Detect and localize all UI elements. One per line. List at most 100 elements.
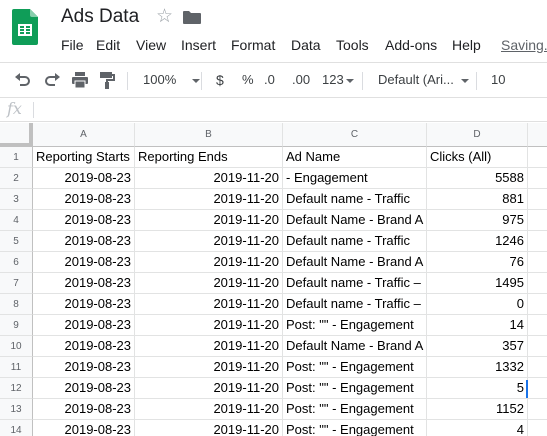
- cell-a[interactable]: 2019-08-23: [33, 315, 135, 336]
- cell-b[interactable]: 2019-11-20: [135, 168, 283, 189]
- row-header[interactable]: 2: [0, 168, 33, 189]
- menu-view[interactable]: View: [136, 36, 166, 54]
- column-header-d[interactable]: D: [427, 123, 528, 147]
- cell-a[interactable]: 2019-08-23: [33, 210, 135, 231]
- header-cell-d[interactable]: Clicks (All): [427, 147, 528, 168]
- cell-b[interactable]: 2019-11-20: [135, 378, 283, 399]
- cell-b[interactable]: 2019-11-20: [135, 294, 283, 315]
- cell-d[interactable]: 975: [427, 210, 528, 231]
- cell-b[interactable]: 2019-11-20: [135, 252, 283, 273]
- cell-b[interactable]: 2019-11-20: [135, 189, 283, 210]
- row-header[interactable]: 1: [0, 147, 33, 168]
- select-all-corner[interactable]: [0, 123, 33, 147]
- cell-b[interactable]: 2019-11-20: [135, 336, 283, 357]
- cell-b[interactable]: 2019-11-20: [135, 315, 283, 336]
- cell-c[interactable]: Post: "" - Engagement: [283, 315, 427, 336]
- row-header[interactable]: 9: [0, 315, 33, 336]
- cell-b[interactable]: 2019-11-20: [135, 231, 283, 252]
- cell-d[interactable]: 357: [427, 336, 528, 357]
- row-header[interactable]: 11: [0, 357, 33, 378]
- save-status[interactable]: Saving...: [501, 36, 547, 54]
- header-cell-c[interactable]: Ad Name: [283, 147, 427, 168]
- cell-e[interactable]: [528, 210, 547, 231]
- row-header[interactable]: 14: [0, 420, 33, 436]
- menu-edit[interactable]: Edit: [96, 36, 120, 54]
- menu-format[interactable]: Format: [231, 36, 275, 54]
- column-header-e[interactable]: [528, 123, 547, 147]
- cell-b[interactable]: 2019-11-20: [135, 357, 283, 378]
- header-cell-a[interactable]: Reporting Starts: [33, 147, 135, 168]
- cell-c[interactable]: Default Name - Brand A: [283, 252, 427, 273]
- cell-c[interactable]: Post: "" - Engagement: [283, 378, 427, 399]
- cell-d[interactable]: 881: [427, 189, 528, 210]
- row-header[interactable]: 4: [0, 210, 33, 231]
- cell-a[interactable]: 2019-08-23: [33, 420, 135, 436]
- menu-addons[interactable]: Add-ons: [385, 36, 437, 54]
- cell-d[interactable]: 1332: [427, 357, 528, 378]
- cell-e[interactable]: [528, 273, 547, 294]
- menu-tools[interactable]: Tools: [336, 36, 369, 54]
- font-family-select[interactable]: Default (Ari...: [378, 63, 469, 97]
- cell-c[interactable]: Default name - Traffic: [283, 189, 427, 210]
- cell-e[interactable]: [528, 168, 547, 189]
- cell-d[interactable]: 1152: [427, 399, 528, 420]
- decrease-decimal-button[interactable]: .0: [264, 63, 275, 97]
- cell-d[interactable]: 76: [427, 252, 528, 273]
- cell-e[interactable]: [528, 336, 547, 357]
- cell-b[interactable]: 2019-11-20: [135, 210, 283, 231]
- formula-input[interactable]: [40, 98, 540, 121]
- cell-e[interactable]: [528, 378, 547, 399]
- cell-e[interactable]: [528, 189, 547, 210]
- menu-data[interactable]: Data: [291, 36, 321, 54]
- cell-e[interactable]: [528, 147, 547, 168]
- cell-d[interactable]: 14: [427, 315, 528, 336]
- cell-c[interactable]: Default Name - Brand A: [283, 210, 427, 231]
- cell-c[interactable]: Default name - Traffic: [283, 231, 427, 252]
- cell-e[interactable]: [528, 399, 547, 420]
- cell-e[interactable]: [528, 231, 547, 252]
- cell-e[interactable]: [528, 420, 547, 436]
- cell-a[interactable]: 2019-08-23: [33, 189, 135, 210]
- more-formats-button[interactable]: 123: [322, 63, 354, 97]
- cell-a[interactable]: 2019-08-23: [33, 294, 135, 315]
- cell-a[interactable]: 2019-08-23: [33, 336, 135, 357]
- column-header-a[interactable]: A: [33, 123, 135, 147]
- row-header[interactable]: 8: [0, 294, 33, 315]
- header-cell-b[interactable]: Reporting Ends: [135, 147, 283, 168]
- menu-file[interactable]: File: [61, 36, 84, 54]
- cell-c[interactable]: Post: "" - Engagement: [283, 357, 427, 378]
- cell-a[interactable]: 2019-08-23: [33, 273, 135, 294]
- menu-help[interactable]: Help: [452, 36, 481, 54]
- cell-b[interactable]: 2019-11-20: [135, 273, 283, 294]
- cell-c[interactable]: Default name - Traffic –: [283, 273, 427, 294]
- row-header[interactable]: 7: [0, 273, 33, 294]
- cell-d[interactable]: 1246: [427, 231, 528, 252]
- cell-d[interactable]: 5588: [427, 168, 528, 189]
- row-header[interactable]: 5: [0, 231, 33, 252]
- zoom-select[interactable]: 100%: [143, 63, 201, 97]
- cell-c[interactable]: Default name - Traffic –: [283, 294, 427, 315]
- cell-a[interactable]: 2019-08-23: [33, 168, 135, 189]
- cell-c[interactable]: Post: "" - Engagement: [283, 420, 427, 436]
- document-title[interactable]: Ads Data: [61, 5, 139, 29]
- cell-c[interactable]: Post: "" - Engagement: [283, 399, 427, 420]
- increase-decimal-button[interactable]: .00: [292, 63, 310, 97]
- cell-a[interactable]: 2019-08-23: [33, 378, 135, 399]
- cell-a[interactable]: 2019-08-23: [33, 357, 135, 378]
- cell-c[interactable]: - Engagement: [283, 168, 427, 189]
- cell-e[interactable]: [528, 252, 547, 273]
- row-header[interactable]: 12: [0, 378, 33, 399]
- cell-c[interactable]: Default Name - Brand A: [283, 336, 427, 357]
- cell-a[interactable]: 2019-08-23: [33, 399, 135, 420]
- cell-d[interactable]: 4: [427, 420, 528, 436]
- row-header[interactable]: 6: [0, 252, 33, 273]
- cell-d[interactable]: 0: [427, 294, 528, 315]
- column-header-b[interactable]: B: [135, 123, 283, 147]
- cell-a[interactable]: 2019-08-23: [33, 231, 135, 252]
- row-header[interactable]: 3: [0, 189, 33, 210]
- cell-e[interactable]: [528, 357, 547, 378]
- cell-e[interactable]: [528, 294, 547, 315]
- cell-e[interactable]: [528, 315, 547, 336]
- row-header[interactable]: 10: [0, 336, 33, 357]
- cell-d[interactable]: 1495: [427, 273, 528, 294]
